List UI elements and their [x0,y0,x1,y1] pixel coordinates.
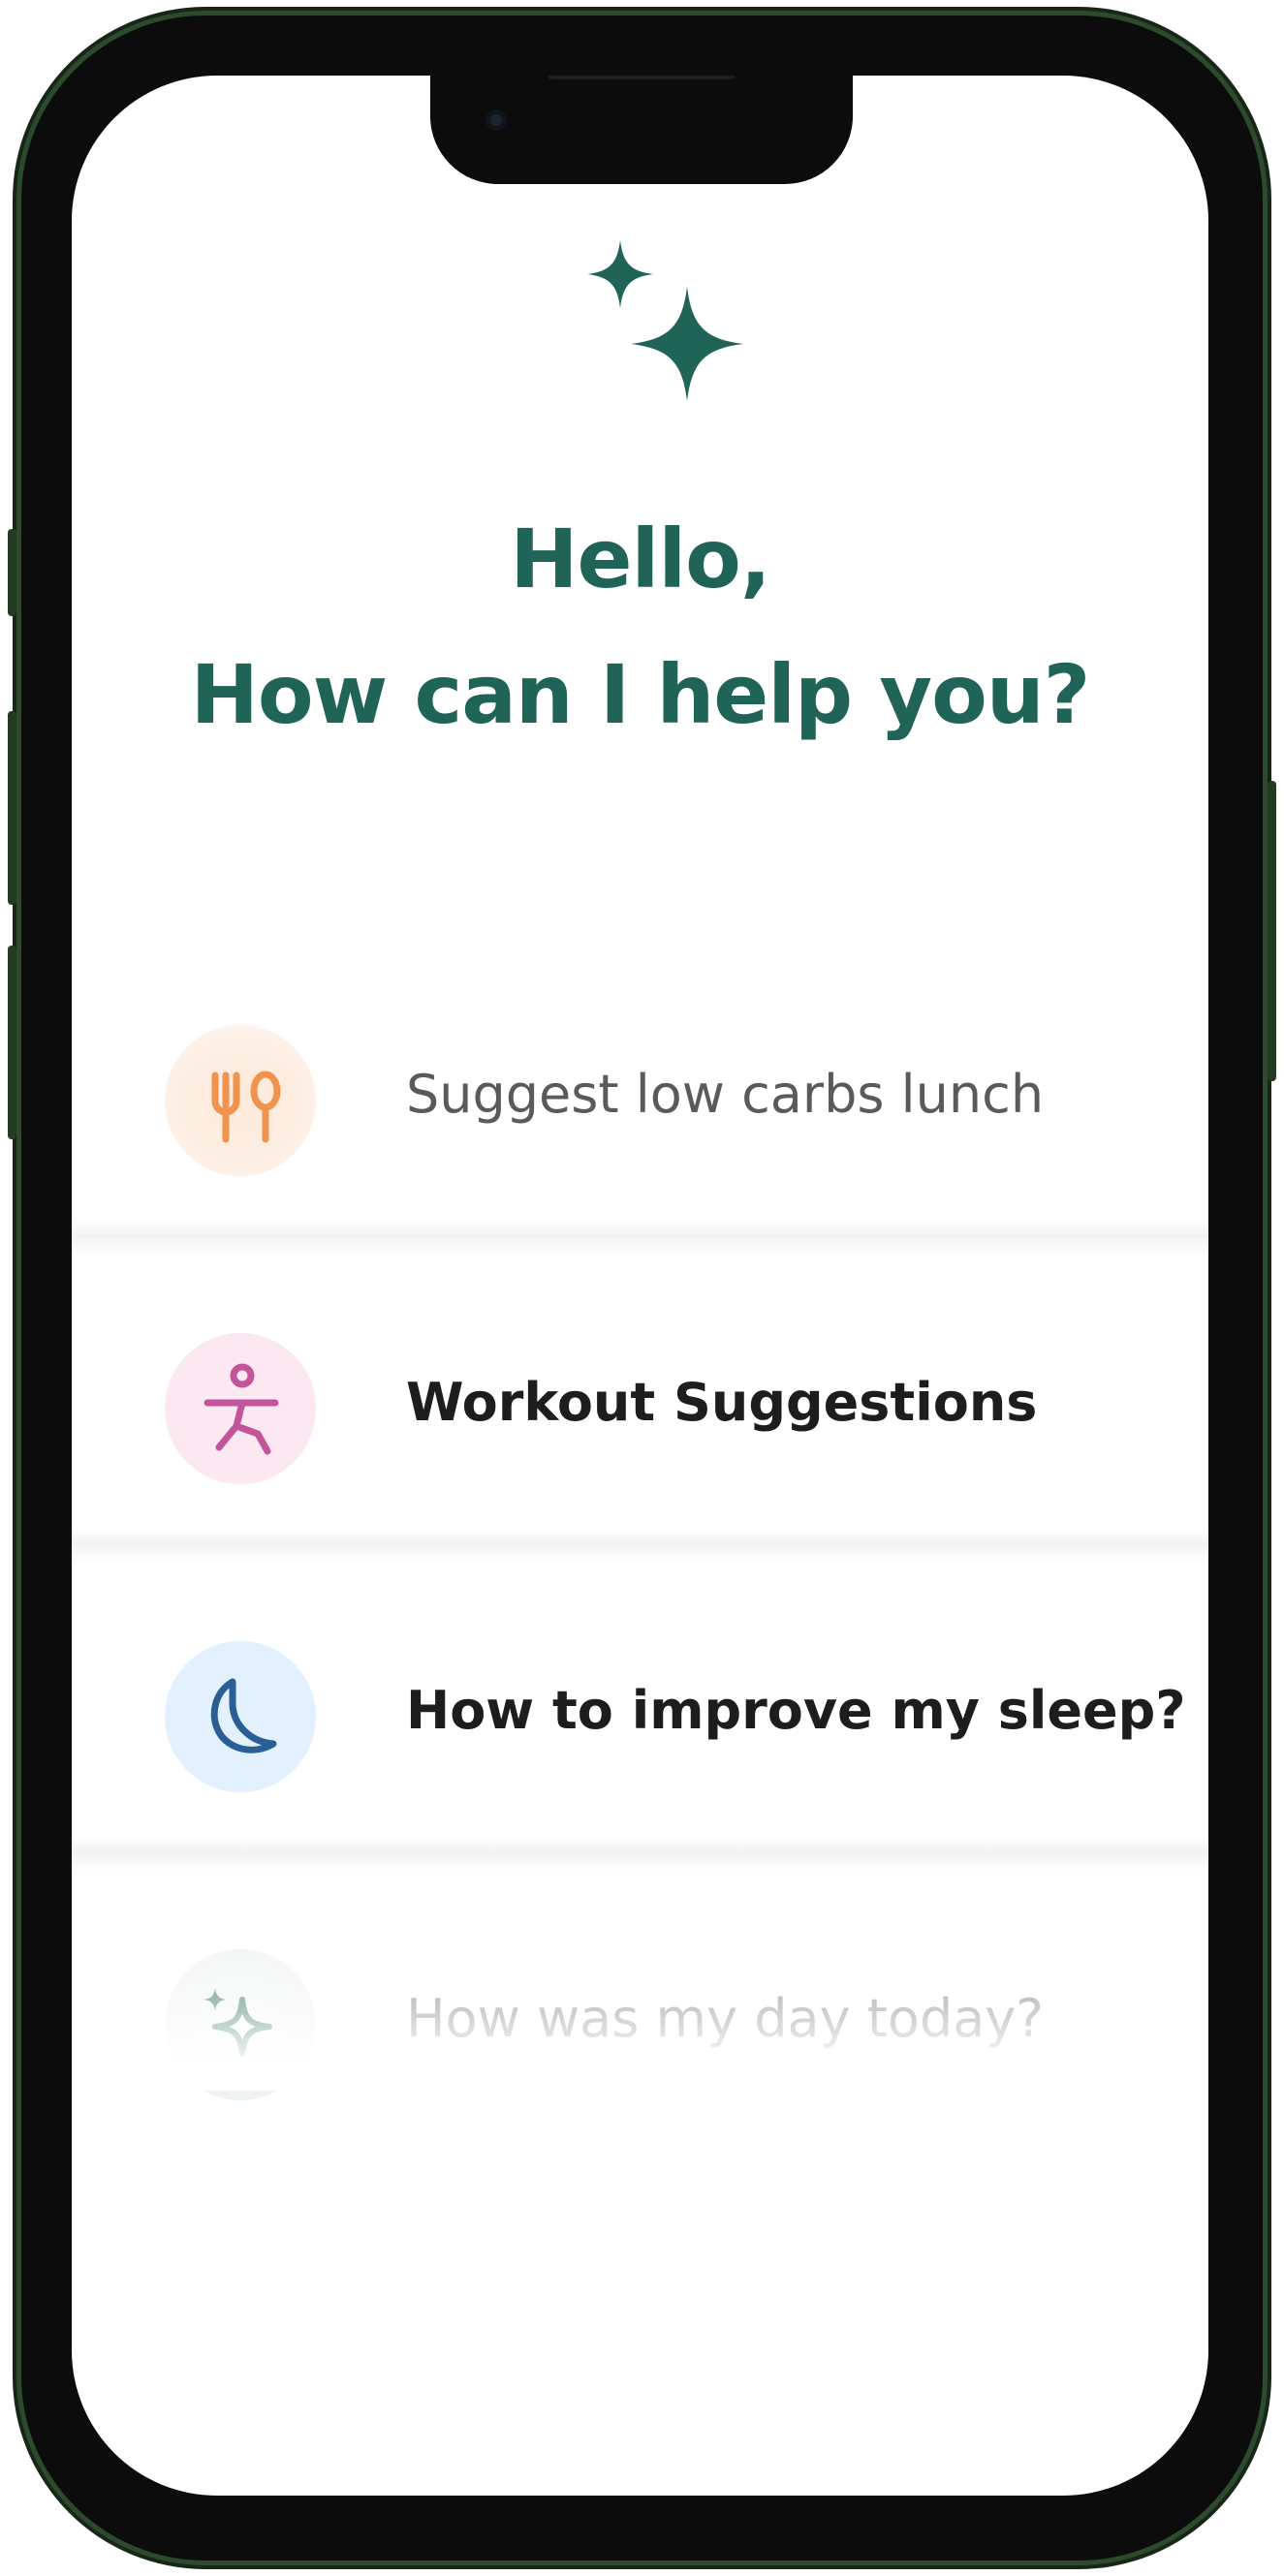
suggestion-label: Workout Suggestions [406,1372,1038,1433]
sparkle-logo-icon [587,240,743,401]
suggestion-improve-sleep[interactable]: How to improve my sleep? [72,1564,1208,1872]
suggestion-list: Suggest low carbs lunch Workout Suggesti… [72,947,1208,2180]
front-camera [485,109,507,131]
suggestion-low-carbs-lunch[interactable]: Suggest low carbs lunch [72,947,1208,1256]
power-button [1268,781,1276,1081]
screen: Hello, How can I help you? Suggest low c… [72,76,1208,2496]
phone-frame: Hello, How can I help you? Suggest low c… [8,16,1276,2560]
volume-down-button [8,946,16,1139]
fork-spoon-icon [165,1025,316,1176]
moon-icon [165,1641,316,1792]
suggestion-label: How to improve my sleep? [406,1680,1186,1741]
suggestion-label: How was my day today? [406,1988,1044,2049]
divider [72,1221,1208,1256]
exercise-figure-icon [165,1333,316,1484]
divider [72,1837,1208,1872]
suggestion-label: Suggest low carbs lunch [406,1064,1045,1125]
notch [430,76,853,184]
mute-switch [8,529,16,616]
divider [72,1529,1208,1564]
suggestion-workout[interactable]: Workout Suggestions [72,1256,1208,1564]
greeting-line-1: Hello, [510,512,770,606]
sparkle-icon [165,1949,316,2100]
suggestion-my-day[interactable]: How was my day today? [72,1872,1208,2180]
greeting-line-2: How can I help you? [190,647,1091,742]
speaker [547,76,736,79]
volume-up-button [8,711,16,905]
